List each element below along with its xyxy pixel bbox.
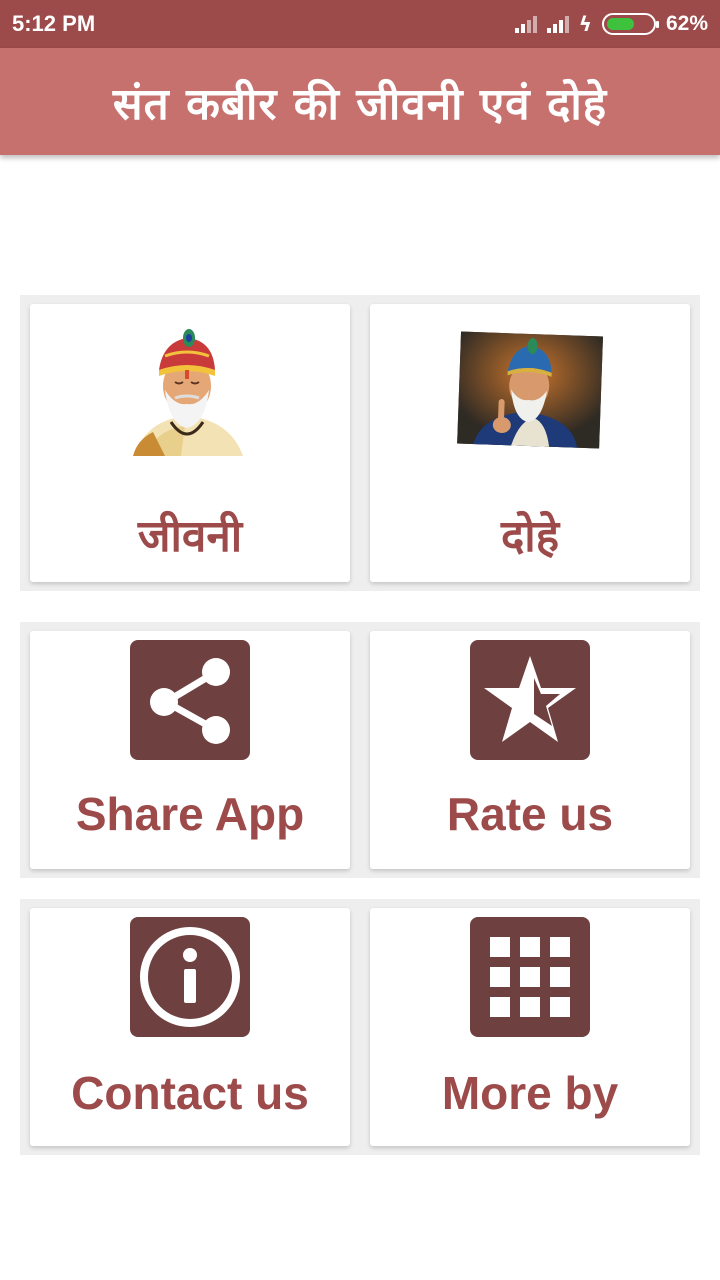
tile-row-1: जीवनी दोहे [20,295,700,591]
status-bar: 5:12 PM ϟ 62% [0,0,720,48]
status-time: 5:12 PM [12,11,96,36]
kabir-portrait-image [125,328,255,462]
more-by-tile[interactable]: More by [370,908,690,1146]
tile-row-3: Contact us More by [20,899,700,1155]
page-title: संत कबीर की जीवनी एवं दोहे [112,78,608,130]
grid-icon [470,917,590,1037]
battery-icon [601,13,659,35]
rate-us-label: Rate us [446,788,614,840]
kabir-painting-image [455,330,605,458]
rate-us-tile[interactable]: Rate us [370,631,690,869]
more-by-label: More by [441,1067,619,1119]
info-icon [130,917,250,1037]
app-bar: संत कबीर की जीवनी एवं दोहे [0,48,720,155]
signal-strength-icon [514,15,537,33]
share-app-label: Share App [75,788,305,840]
share-app-tile[interactable]: Share App [30,631,350,869]
star-icon [470,640,590,760]
biography-tile[interactable]: जीवनी [30,304,350,582]
couplets-label: दोहे [500,511,560,562]
contact-us-label: Contact us [71,1067,309,1119]
status-indicators: ϟ 62% [514,12,708,36]
charging-icon: ϟ [578,12,592,36]
biography-label: जीवनी [137,511,243,562]
contact-us-tile[interactable]: Contact us [30,908,350,1146]
tile-row-2: Share App Rate us [20,622,700,878]
battery-percent: 62% [665,12,708,35]
couplets-tile[interactable]: दोहे [370,304,690,582]
share-icon [130,640,250,760]
signal-strength-icon [546,15,569,33]
